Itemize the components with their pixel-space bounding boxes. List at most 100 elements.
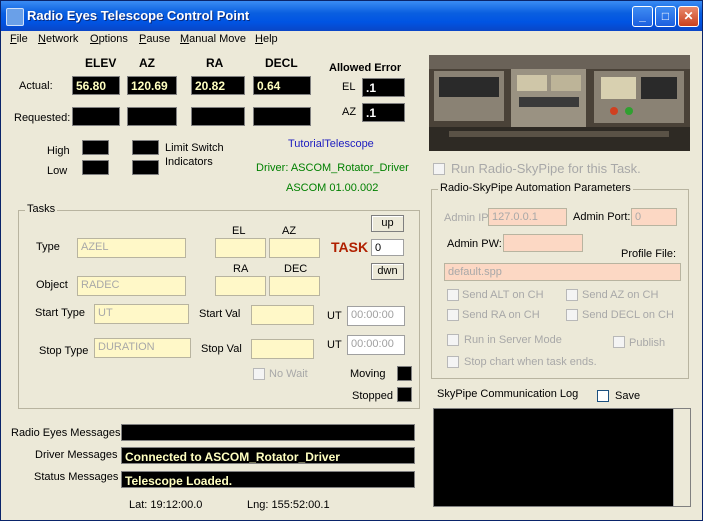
menu-pause[interactable]: Pause [139, 33, 170, 45]
task-ra-input[interactable] [215, 276, 266, 296]
admin-pw-label: Admin PW: [447, 238, 502, 250]
low-indicator [82, 160, 109, 175]
menu-file[interactable]: File [10, 33, 28, 45]
start-type-label: Start Type [35, 307, 85, 319]
limit-low-indicator [132, 160, 159, 175]
task-object-select[interactable]: RADEC [77, 276, 186, 296]
task-object-label: Object [36, 279, 68, 291]
task-el-input[interactable] [215, 238, 266, 258]
actual-elev: 56.80 [72, 76, 120, 95]
start-val-label: Start Val [199, 308, 241, 320]
stop-ut-input[interactable]: 00:00:00 [347, 335, 405, 355]
moving-label: Moving [350, 368, 386, 380]
task-az-input[interactable] [269, 238, 320, 258]
status-messages: Telescope Loaded. [121, 471, 415, 488]
indicators-label: Indicators [165, 156, 213, 168]
stopped-indicator [397, 387, 412, 402]
low-label: Low [47, 165, 68, 177]
tasks-legend: Tasks [25, 203, 58, 215]
radio-eyes-messages-label: Radio Eyes Messages [11, 427, 121, 439]
requested-az [127, 107, 177, 126]
skypipe-log-area[interactable] [433, 408, 691, 507]
admin-ip-label: Admin IP: [444, 212, 492, 224]
allowed-error-title: Allowed Error [329, 62, 402, 74]
stop-chart-label: Stop chart when task ends. [464, 356, 597, 368]
control-room-image [429, 55, 690, 151]
no-wait-label: No Wait [269, 368, 308, 380]
allowed-error-az-input[interactable]: .1 [362, 103, 405, 122]
skypipe-params-legend: Radio-SkyPipe Automation Parameters [438, 182, 633, 194]
send-alt-label: Send ALT on CH [462, 289, 544, 301]
task-down-button[interactable]: dwn [371, 263, 404, 280]
admin-port-input[interactable]: 0 [631, 208, 677, 226]
menu-options[interactable]: Options [90, 33, 128, 45]
send-az-checkbox[interactable] [566, 289, 578, 301]
task-label: TASK [331, 239, 369, 255]
task-number: 0 [371, 239, 404, 256]
stopped-label: Stopped [352, 390, 393, 402]
send-az-label: Send AZ on CH [582, 289, 659, 301]
header-elev: ELEV [85, 56, 117, 70]
start-type-select[interactable]: UT [94, 304, 189, 324]
main-window: Radio Eyes Telescope Control Point _ □ ✕… [0, 0, 703, 521]
task-dec-label: DEC [284, 263, 308, 275]
driver-messages: Connected to ASCOM_Rotator_Driver [121, 447, 415, 464]
requested-label: Requested: [14, 112, 71, 124]
status-messages-label: Status Messages [34, 471, 119, 483]
send-ra-label: Send RA on CH [462, 309, 540, 321]
server-mode-checkbox[interactable] [447, 334, 459, 346]
header-ra: RA [206, 56, 224, 70]
send-decl-checkbox[interactable] [566, 309, 578, 321]
actual-decl: 0.64 [253, 76, 311, 95]
menu-help[interactable]: Help [255, 33, 278, 45]
control-room-photo [429, 55, 690, 151]
header-az: AZ [139, 56, 155, 70]
menu-network[interactable]: Network [38, 33, 78, 45]
save-log-checkbox[interactable] [597, 390, 609, 402]
run-skypipe-checkbox[interactable] [433, 163, 445, 175]
run-skypipe-label: Run Radio-SkyPipe for this Task. [451, 161, 641, 176]
stop-ut-label: UT [327, 339, 342, 351]
stop-val-input[interactable] [251, 339, 314, 359]
save-log-label: Save [615, 390, 641, 402]
limit-high-indicator [132, 140, 159, 155]
requested-elev [72, 107, 120, 126]
send-decl-label: Send DECL on CH [582, 309, 674, 321]
task-az-label: AZ [282, 225, 297, 237]
admin-ip-input[interactable]: 127.0.0.1 [488, 208, 567, 226]
allowed-error-el-input[interactable]: .1 [362, 78, 405, 97]
stop-chart-checkbox[interactable] [447, 356, 459, 368]
allowed-error-az-label: AZ [342, 106, 357, 118]
requested-decl [253, 107, 311, 126]
task-type-select[interactable]: AZEL [77, 238, 186, 258]
send-alt-checkbox[interactable] [447, 289, 459, 301]
no-wait-checkbox[interactable] [253, 368, 265, 380]
moving-indicator [397, 366, 412, 381]
telescope-name: TutorialTelescope [288, 138, 374, 150]
menu-manual-move[interactable]: Manual Move [180, 33, 246, 45]
task-up-button[interactable]: up [371, 215, 404, 232]
server-mode-label: Run in Server Mode [464, 334, 562, 346]
admin-pw-input[interactable] [503, 234, 583, 252]
stop-type-select[interactable]: DURATION [94, 338, 191, 358]
admin-port-label: Admin Port: [573, 211, 631, 223]
limit-switch-label: Limit Switch [165, 142, 224, 154]
minimize-button[interactable]: _ [632, 6, 653, 27]
radio-eyes-messages [121, 424, 415, 441]
log-scrollbar[interactable] [673, 409, 690, 506]
requested-ra [191, 107, 245, 126]
high-label: High [47, 145, 70, 157]
close-button[interactable]: ✕ [678, 6, 699, 27]
profile-file-input[interactable]: default.spp [444, 263, 681, 281]
task-el-label: EL [232, 225, 246, 237]
start-val-input[interactable] [251, 305, 314, 325]
start-ut-label: UT [327, 310, 342, 322]
driver-label: Driver: ASCOM_Rotator_Driver [256, 162, 409, 174]
send-ra-checkbox[interactable] [447, 309, 459, 321]
start-ut-input[interactable]: 00:00:00 [347, 306, 405, 326]
task-dec-input[interactable] [269, 276, 320, 296]
maximize-button[interactable]: □ [655, 6, 676, 27]
task-ra-label: RA [233, 263, 249, 275]
publish-checkbox[interactable] [613, 336, 625, 348]
publish-label: Publish [629, 337, 666, 349]
